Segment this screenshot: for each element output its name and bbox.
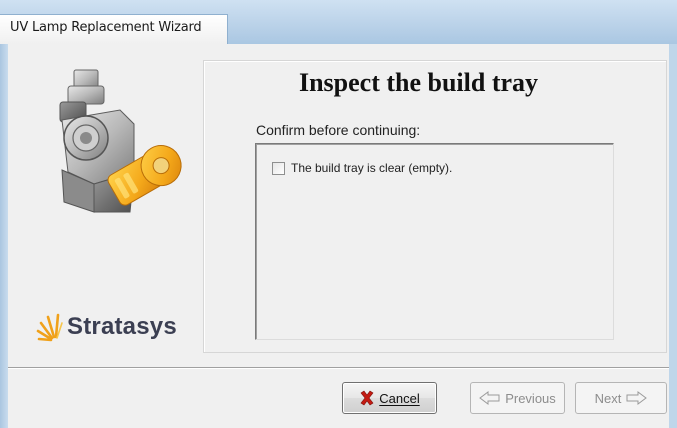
next-arrow-icon: [625, 391, 648, 405]
side-panel: [14, 60, 194, 352]
cancel-button-label: Cancel: [379, 390, 420, 406]
wizard-window: UV Lamp Replacement Wizard Inspect the b…: [0, 0, 677, 428]
stratasys-logo: Stratasys: [36, 311, 177, 343]
title-bar[interactable]: UV Lamp Replacement Wizard: [0, 0, 677, 44]
stratasys-burst-icon: [36, 313, 63, 342]
window-frame-left: [0, 44, 8, 428]
previous-arrow-icon: [479, 391, 501, 405]
logo-wordmark: Stratasys: [67, 313, 177, 340]
cancel-button[interactable]: Cancel: [342, 382, 437, 414]
build-tray-clear-checkbox-row[interactable]: The build tray is clear (empty).: [272, 161, 452, 175]
footer-divider: [8, 367, 669, 369]
red-x-icon: [359, 390, 375, 406]
checkbox-label[interactable]: The build tray is clear (empty).: [291, 161, 452, 175]
build-tray-clear-checkbox[interactable]: [272, 161, 285, 175]
previous-button-label: Previous: [505, 390, 556, 406]
page-heading: Inspect the build tray: [298, 68, 539, 97]
next-button[interactable]: Next: [575, 382, 667, 414]
confirm-prompt: Confirm before continuing:: [256, 122, 421, 138]
window-title: UV Lamp Replacement Wizard: [10, 20, 202, 35]
previous-button[interactable]: Previous: [470, 382, 565, 414]
next-button-label: Next: [594, 390, 622, 406]
